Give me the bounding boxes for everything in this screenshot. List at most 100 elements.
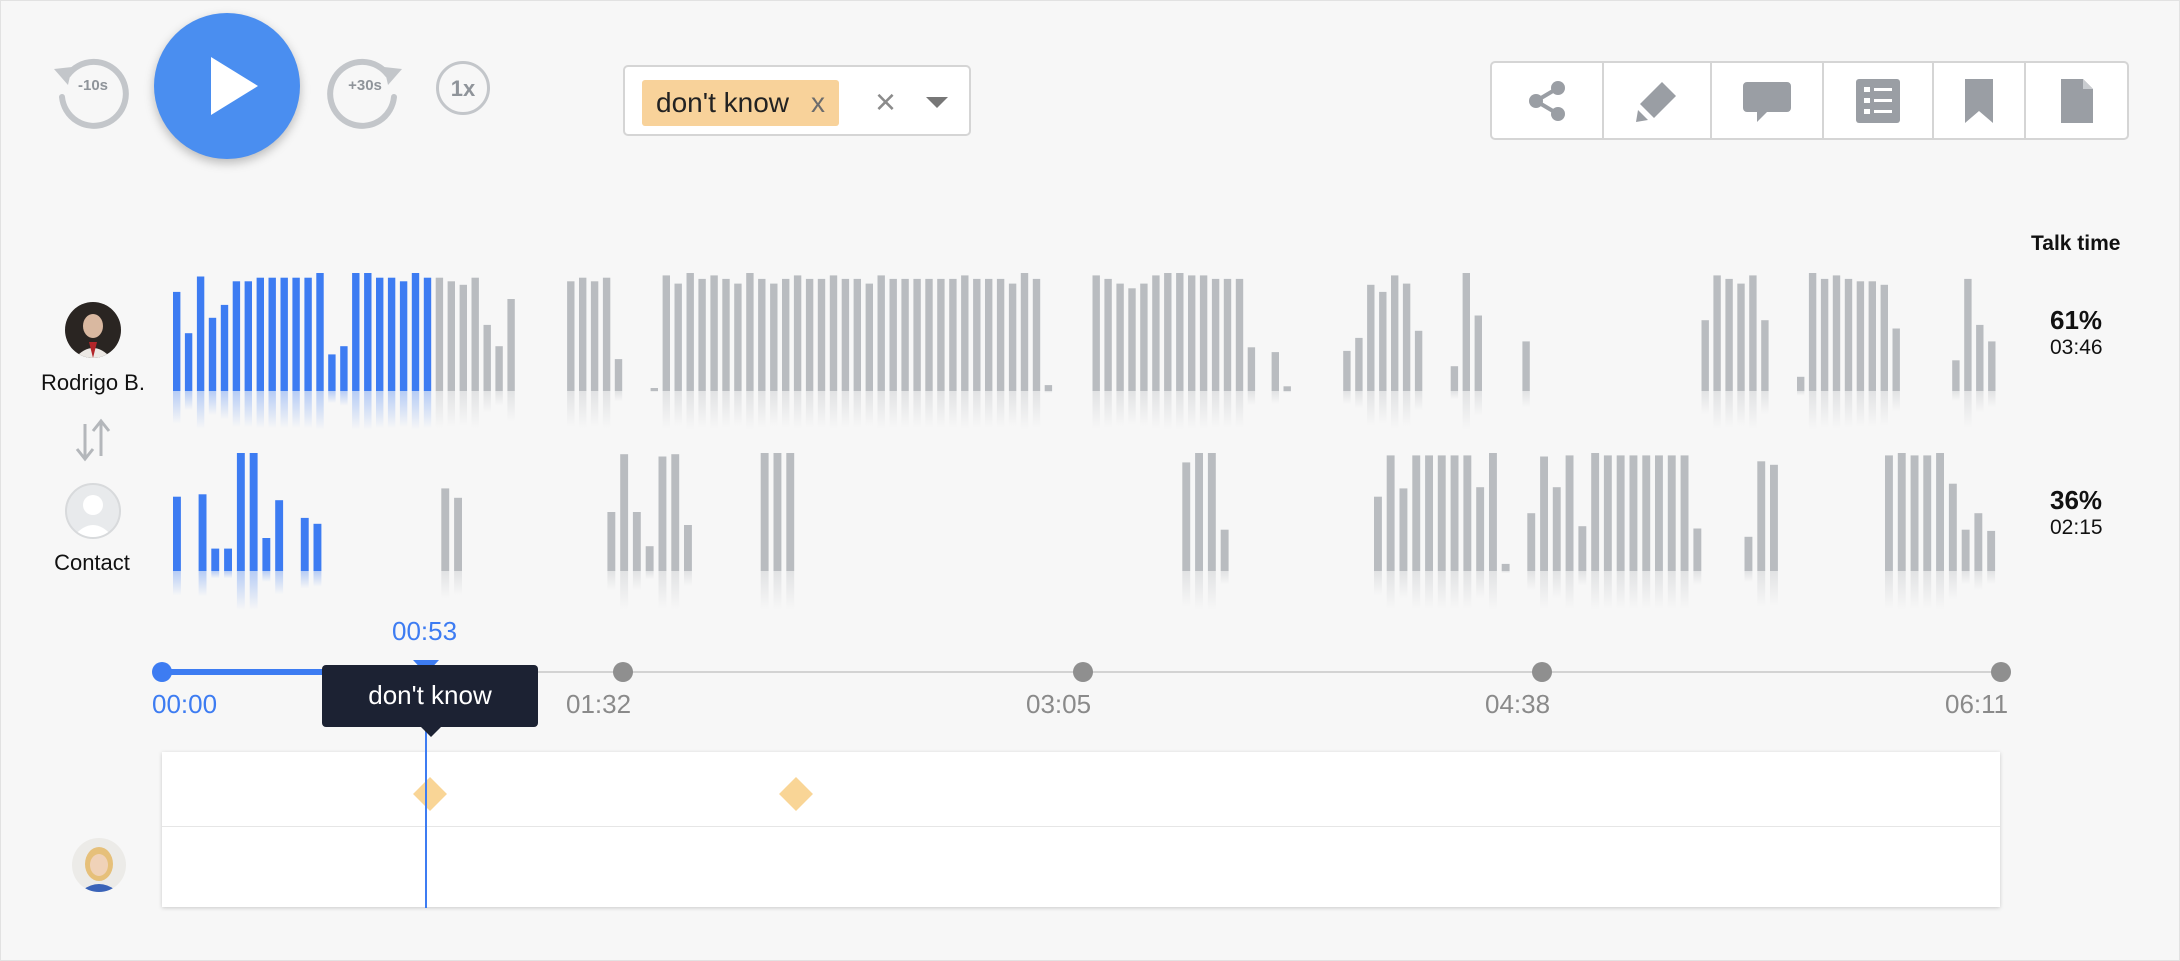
waveform-bar-reflection: [1744, 571, 1753, 583]
waveform-bar: [805, 278, 814, 391]
waveform-bar: [1343, 350, 1351, 391]
waveform-bar: [1725, 278, 1733, 391]
waveform-bar: [256, 277, 264, 391]
waveform-bar: [602, 277, 611, 391]
waveform-bar: [650, 388, 658, 391]
waveform-bar: [1220, 529, 1229, 571]
waveform-bar-reflection: [292, 391, 300, 429]
waveform-bar-reflection: [1235, 391, 1244, 428]
waveform-bar-reflection: [758, 391, 766, 428]
waveform-bar: [1655, 455, 1663, 571]
waveform-bar: [1591, 453, 1600, 571]
waveform-bar-reflection: [658, 571, 667, 609]
waveform-bar-reflection: [1629, 571, 1638, 610]
waveform-bar-reflection: [632, 571, 641, 591]
waveform-bar-reflection: [1527, 571, 1536, 591]
waveform-bar: [853, 278, 861, 391]
waveform-bar: [1367, 284, 1375, 391]
waveform-bar: [1386, 455, 1395, 571]
waveform-bar-reflection: [507, 391, 515, 422]
waveform-bar: [632, 512, 641, 571]
waveform-bar: [658, 456, 667, 571]
timeline-tick-label: 06:11: [1945, 689, 2009, 719]
waveform-bar-reflection: [793, 391, 802, 430]
waveform-bar: [1044, 385, 1053, 391]
waveform-bar-reflection: [1463, 571, 1472, 610]
waveform-bar: [300, 517, 309, 571]
waveform-bar: [1489, 453, 1497, 571]
waveform-bar: [198, 494, 207, 571]
waveform-bar-reflection: [567, 391, 575, 428]
talk-waveform[interactable]: [0, 0, 2180, 640]
waveform-bar: [1425, 455, 1433, 571]
waveform-bar: [1974, 513, 1983, 571]
waveform-bar: [1987, 530, 1996, 571]
waveform-bar-reflection: [1182, 571, 1191, 607]
waveform-bar-reflection: [1367, 391, 1375, 426]
waveform-bar: [423, 277, 432, 391]
waveform-bar: [1412, 455, 1421, 571]
annotation-lanes[interactable]: [162, 752, 2000, 907]
timeline-tick-dot[interactable]: [152, 662, 172, 682]
waveform-bar-reflection: [1437, 571, 1446, 610]
waveform-bar: [220, 304, 229, 391]
waveform-bar: [268, 277, 276, 391]
waveform-bar: [1578, 526, 1587, 571]
waveform-bar-reflection: [671, 571, 680, 610]
timeline-tick-label: 04:38: [1485, 689, 1551, 719]
waveform-bar: [996, 278, 1005, 391]
waveform-bar-reflection: [760, 571, 769, 610]
waveform-bar: [304, 277, 312, 391]
waveform-bar: [1355, 337, 1363, 391]
waveform-bar: [949, 278, 957, 391]
waveform-bar-reflection: [1897, 571, 1906, 610]
waveform-bar: [1116, 283, 1124, 391]
waveform-bar-reflection: [1386, 571, 1395, 610]
timeline-tick-label: 03:05: [1026, 689, 1092, 719]
waveform-bar: [1140, 283, 1148, 391]
waveform-bar-reflection: [1220, 571, 1229, 585]
waveform-bar-reflection: [1450, 571, 1459, 610]
waveform-bar-reflection: [620, 571, 629, 610]
waveform-bar: [1885, 455, 1893, 571]
waveform-bar-reflection: [1844, 391, 1853, 428]
waveform-bar: [1540, 456, 1548, 571]
waveform-bar-reflection: [1399, 571, 1408, 599]
timeline-tick-dot[interactable]: [613, 662, 633, 682]
waveform-bar-reflection: [1988, 391, 1996, 408]
waveform-bar-reflection: [313, 571, 322, 587]
waveform-bar-reflection: [1211, 391, 1220, 428]
waveform-bar-reflection: [220, 391, 229, 420]
waveform-bar-reflection: [376, 391, 384, 429]
waveform-bar: [1629, 455, 1638, 571]
waveform-bar-reflection: [1655, 571, 1663, 610]
waveform-bar-reflection: [1616, 571, 1625, 610]
waveform-bar-reflection: [262, 571, 271, 582]
waveform-bar-reflection: [1757, 571, 1766, 608]
timeline-tick-dot[interactable]: [1073, 662, 1093, 682]
waveform-bar: [841, 278, 850, 391]
tag-marker[interactable]: [413, 777, 447, 811]
tag-marker[interactable]: [779, 777, 813, 811]
waveform-bar-reflection: [1008, 391, 1017, 427]
waveform-bar-reflection: [435, 391, 444, 429]
timeline-tick-dot[interactable]: [1991, 662, 2011, 682]
reviewer-avatar: [72, 838, 126, 892]
waveform-bar: [793, 275, 802, 391]
waveform-bar-reflection: [602, 391, 611, 429]
waveform-bar: [1476, 487, 1485, 571]
waveform-bar-reflection: [1501, 571, 1510, 574]
waveform-bar-reflection: [1116, 391, 1124, 427]
waveform-bar-reflection: [889, 391, 897, 428]
waveform-bar: [173, 496, 181, 571]
timeline-tick-dot[interactable]: [1532, 662, 1552, 682]
waveform-bar-reflection: [268, 391, 276, 429]
waveform-bar: [1247, 347, 1256, 391]
waveform-bar-reflection: [173, 571, 181, 596]
waveform-bar-reflection: [1892, 391, 1900, 412]
waveform-bar-reflection: [236, 571, 245, 610]
waveform-bar-reflection: [786, 571, 795, 610]
waveform-bar-reflection: [447, 391, 455, 428]
waveform-bar-reflection: [1476, 571, 1485, 599]
waveform-bar-reflection: [698, 391, 706, 428]
